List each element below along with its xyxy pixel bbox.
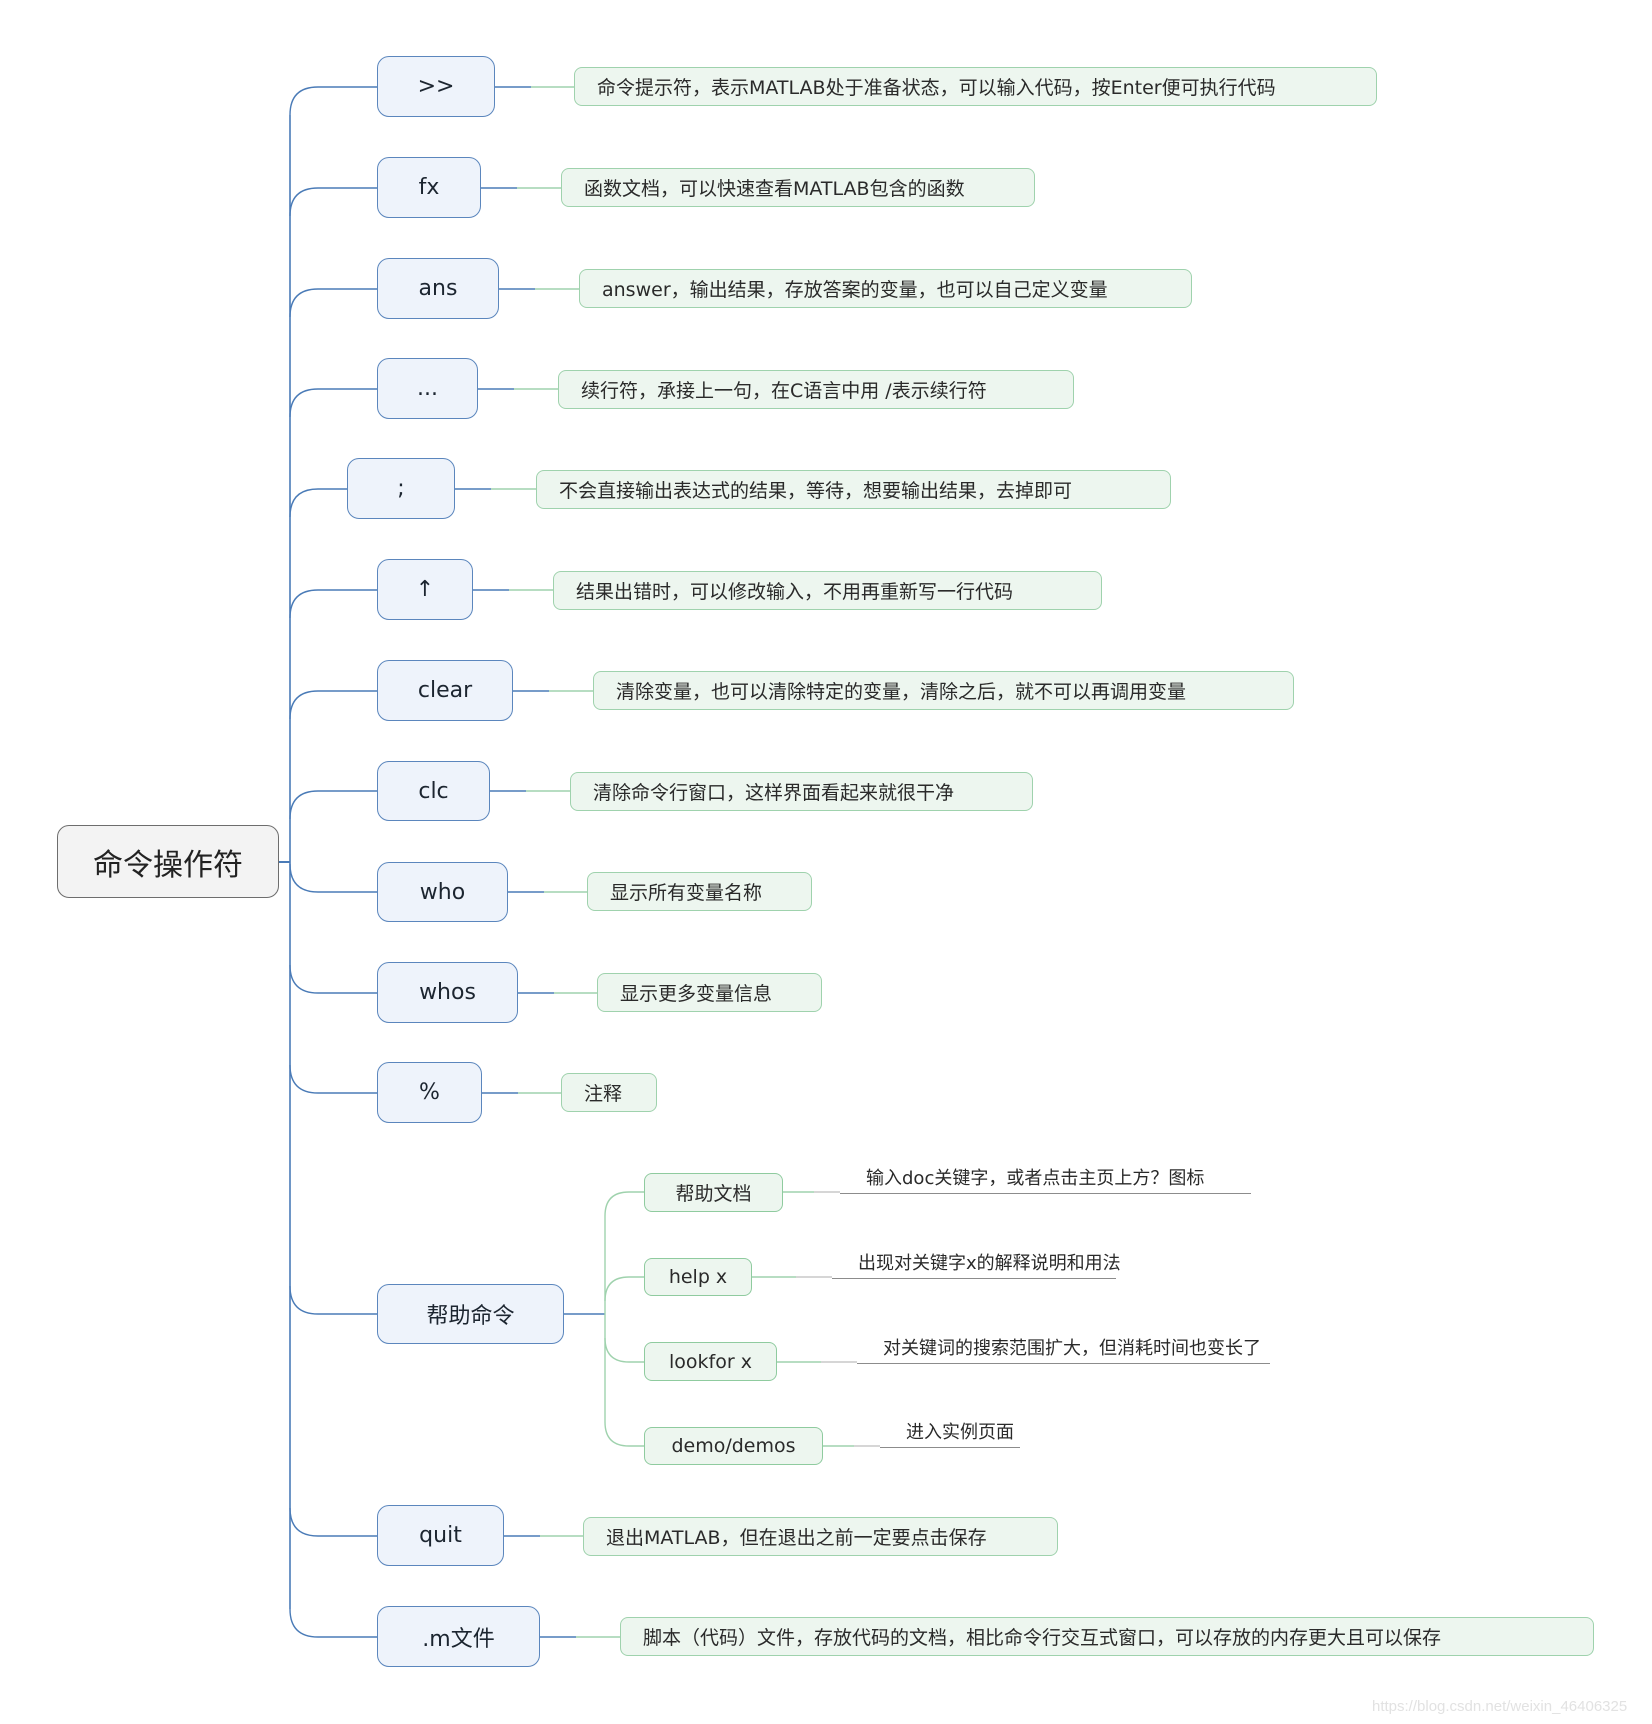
- help-branch: [604, 1421, 644, 1447]
- desc-quit[interactable]: 退出MATLAB，但在退出之前一定要点击保存: [583, 1517, 1058, 1556]
- branch-connector: [289, 863, 377, 893]
- branch-connector: [289, 1507, 377, 1537]
- branch-connector: [289, 388, 377, 418]
- help-child-demos[interactable]: demo/demos: [644, 1427, 823, 1465]
- help-child-lookfor[interactable]: lookfor x: [644, 1342, 777, 1381]
- help-note-lookfor: 对关键词的搜索范围扩大，但消耗时间也变长了: [857, 1334, 1270, 1364]
- branch-connector: [289, 86, 377, 116]
- help-note-demos: 进入实例页面: [880, 1418, 1020, 1448]
- node-whos[interactable]: whos: [377, 962, 518, 1023]
- desc-up-arrow[interactable]: 结果出错时，可以修改输入，不用再重新写一行代码: [553, 571, 1102, 610]
- node-quit[interactable]: quit: [377, 1505, 504, 1566]
- desc-fx[interactable]: 函数文档，可以快速查看MATLAB包含的函数: [561, 168, 1035, 207]
- node-ans[interactable]: ans: [377, 258, 499, 319]
- node-m-file[interactable]: .m文件: [377, 1606, 540, 1667]
- node-semicolon[interactable]: ;: [347, 458, 455, 519]
- branch-connector: [289, 964, 377, 994]
- node-prompt[interactable]: >>: [377, 56, 495, 117]
- desc-who[interactable]: 显示所有变量名称: [587, 872, 812, 911]
- node-fx[interactable]: fx: [377, 157, 481, 218]
- desc-semicolon[interactable]: 不会直接输出表达式的结果，等待，想要输出结果，去掉即可: [536, 470, 1171, 509]
- desc-prompt[interactable]: 命令提示符，表示MATLAB处于准备状态，可以输入代码，按Enter便可执行代码: [574, 67, 1377, 106]
- node-help[interactable]: 帮助命令: [377, 1284, 564, 1344]
- node-clear[interactable]: clear: [377, 660, 513, 721]
- watermark: https://blog.csdn.net/weixin_46406325: [1372, 1698, 1628, 1715]
- node-percent[interactable]: %: [377, 1062, 482, 1123]
- node-who[interactable]: who: [377, 862, 508, 922]
- branch-connector: [289, 187, 377, 217]
- desc-m-file[interactable]: 脚本（代码）文件，存放代码的文档，相比命令行交互式窗口，可以存放的内存更大且可以…: [620, 1617, 1594, 1656]
- help-branch: [604, 1276, 644, 1302]
- desc-clc[interactable]: 清除命令行窗口，这样界面看起来就很干净: [570, 772, 1033, 811]
- branch-connector: [289, 790, 377, 820]
- node-up-arrow[interactable]: ↑: [377, 559, 473, 620]
- root-node[interactable]: 命令操作符: [57, 825, 279, 898]
- help-child-doc[interactable]: 帮助文档: [644, 1173, 783, 1212]
- help-note-help-x: 出现对关键字x的解释说明和用法: [832, 1249, 1121, 1279]
- branch-connector: [289, 690, 377, 720]
- help-note-doc: 输入doc关键字，或者点击主页上方？图标: [840, 1164, 1251, 1194]
- branch-connector: [289, 1285, 377, 1315]
- desc-ellipsis[interactable]: 续行符，承接上一句，在C语言中用 /表示续行符: [558, 370, 1074, 409]
- desc-whos[interactable]: 显示更多变量信息: [597, 973, 822, 1012]
- node-clc[interactable]: clc: [377, 761, 490, 821]
- desc-clear[interactable]: 清除变量，也可以清除特定的变量，清除之后，就不可以再调用变量: [593, 671, 1294, 710]
- help-branch: [604, 1191, 644, 1217]
- node-ellipsis[interactable]: ...: [377, 358, 478, 419]
- branch-connector: [289, 488, 347, 518]
- desc-ans[interactable]: answer，输出结果，存放答案的变量，也可以自己定义变量: [579, 269, 1192, 308]
- branch-connector: [289, 288, 377, 318]
- branch-connector: [289, 1064, 377, 1094]
- help-child-help-x[interactable]: help x: [644, 1258, 752, 1296]
- help-branch: [604, 1337, 644, 1363]
- branch-connector: [289, 589, 377, 619]
- branch-connector: [289, 1608, 377, 1638]
- desc-percent[interactable]: 注释: [561, 1073, 657, 1112]
